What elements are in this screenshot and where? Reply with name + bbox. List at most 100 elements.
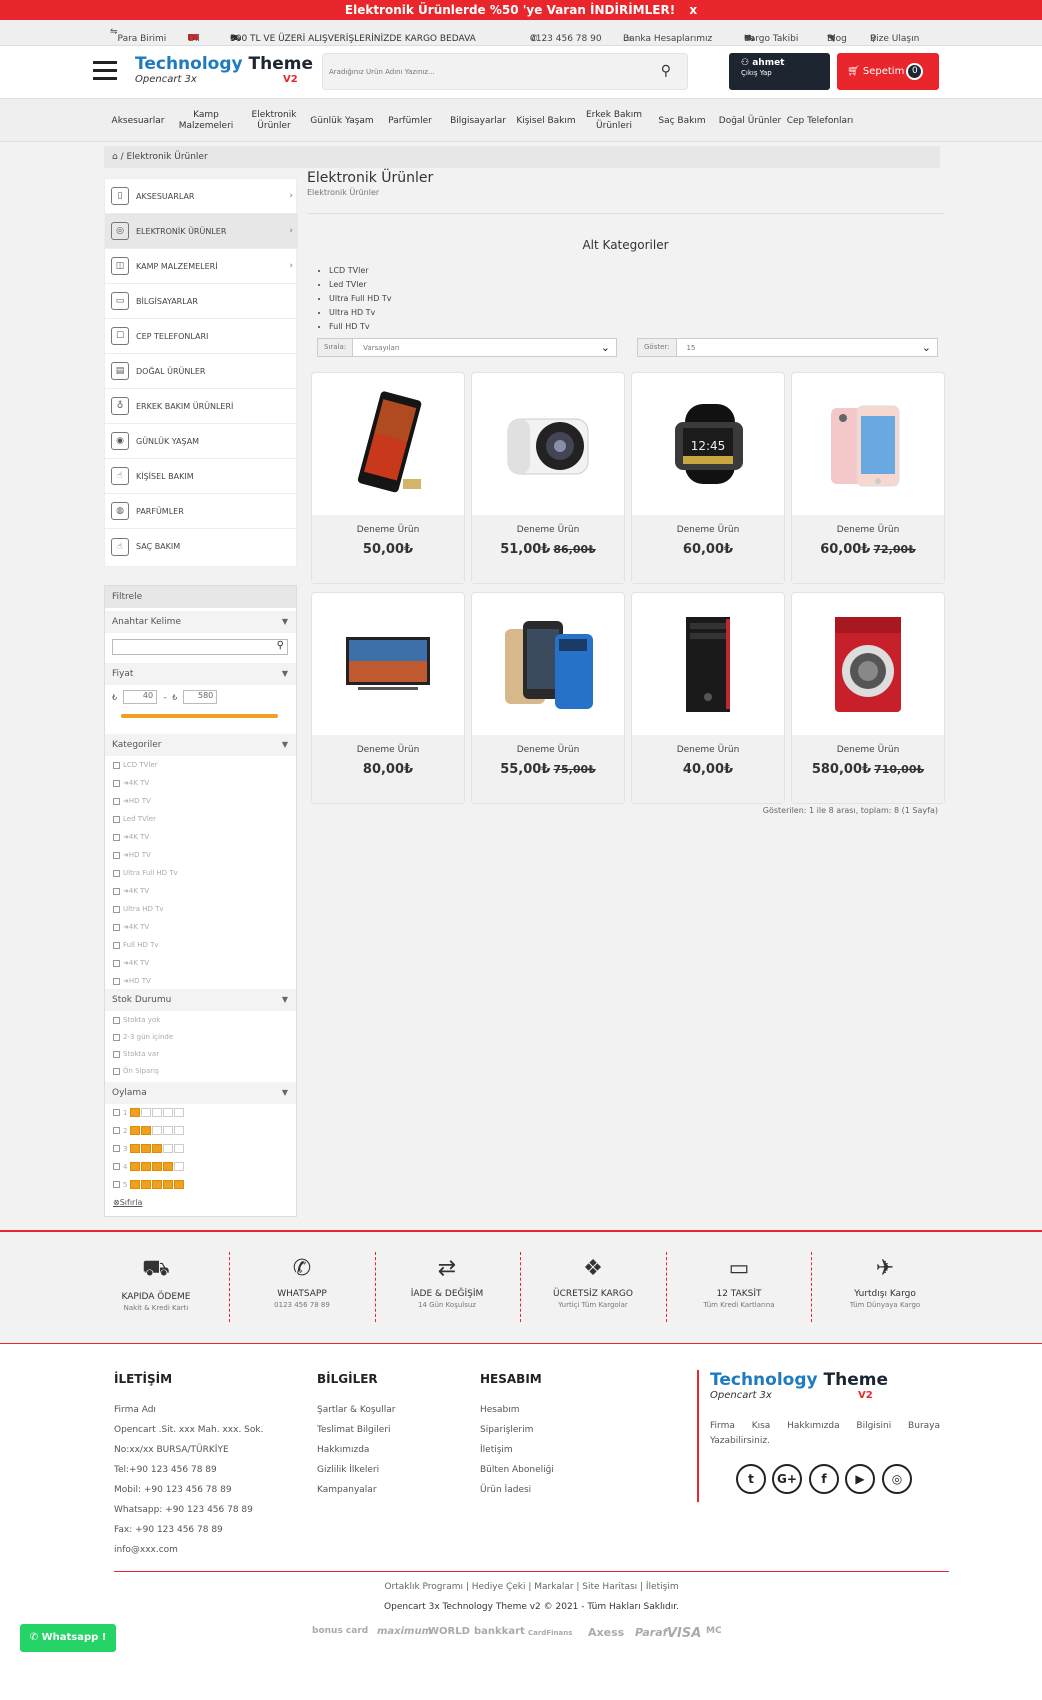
stock-checkbox[interactable]: Ön Sipariş [113, 1067, 159, 1075]
footer-link[interactable]: Bülten Aboneliği [480, 1460, 554, 1480]
youtube-icon[interactable]: ▶ [845, 1464, 875, 1494]
keyword-input[interactable]: ⚲ [112, 639, 288, 655]
product-card[interactable]: 12:45 Deneme Ürün 60,00₺ [631, 372, 785, 584]
product-image[interactable] [312, 373, 464, 515]
sidebar-item[interactable]: ▭ BİLGİSAYARLAR [105, 284, 298, 319]
logo[interactable]: Technology Theme Opencart 3x V2 [135, 54, 313, 94]
stock-checkbox[interactable]: Stokta yok [113, 1016, 160, 1024]
footer-link[interactable]: Hesabım [480, 1400, 554, 1420]
category-checkbox[interactable]: Ultra Full HD Tv [113, 869, 178, 877]
nav-item[interactable]: Kişisel Bakım [512, 99, 580, 143]
nav-item[interactable]: Günlük Yaşam [308, 99, 376, 143]
category-checkbox[interactable]: ➜ 4K TV [113, 833, 149, 841]
breadcrumb-current[interactable]: Elektronik Ürünler [126, 152, 207, 162]
limit-select[interactable]: Göster: 15 ⌄ [637, 338, 938, 357]
product-image[interactable] [792, 373, 944, 515]
nav-item[interactable]: Saç Bakım [648, 99, 716, 143]
footer-link[interactable]: Ürün İadesi [480, 1480, 554, 1500]
category-checkbox[interactable]: ➜ HD TV [113, 797, 151, 805]
sidebar-item[interactable]: ▤ DOĞAL ÜRÜNLER [105, 354, 298, 389]
stock-checkbox[interactable]: Stokta var [113, 1050, 159, 1058]
currency-menu[interactable]: ⇋ Para Birimi [110, 27, 166, 44]
instagram-icon[interactable]: ◎ [882, 1464, 912, 1494]
product-card[interactable]: Deneme Ürün 55,00₺ 75,00₺ [471, 592, 625, 804]
footer-links[interactable]: Ortaklık Programı | Hediye Çeki | Markal… [114, 1582, 949, 1592]
category-checkbox[interactable]: ➜ HD TV [113, 851, 151, 859]
category-checkbox[interactable]: ➜ 4K TV [113, 959, 149, 967]
nav-item[interactable]: Bilgisayarlar [444, 99, 512, 143]
stock-filter-header[interactable]: Stok Durumu ▼ [105, 989, 296, 1011]
price-min-input[interactable]: 40 [123, 690, 158, 704]
sidebar-item[interactable]: ☝ SAÇ BAKIM [105, 529, 298, 564]
rating-checkbox[interactable]: 2 [113, 1126, 185, 1135]
nav-item[interactable]: Erkek Bakım Ürünleri [580, 99, 648, 143]
reset-filter-link[interactable]: ⊗Sıfırla [113, 1198, 142, 1207]
nav-item[interactable]: Aksesuarlar [104, 99, 172, 143]
footer-link[interactable]: Teslimat Bilgileri [317, 1420, 395, 1440]
product-image[interactable] [632, 593, 784, 735]
sidebar-item[interactable]: ◍ PARFÜMLER [105, 494, 298, 529]
product-card[interactable]: Deneme Ürün 60,00₺ 72,00₺ [791, 372, 945, 584]
footer-link[interactable]: Şartlar & Koşullar [317, 1400, 395, 1420]
subcategory-link[interactable]: Led TVler [329, 278, 944, 292]
footer-link[interactable]: Kampanyalar [317, 1480, 395, 1500]
footer-logo[interactable]: Technology Theme [710, 1370, 940, 1390]
sort-select[interactable]: Sırala: Varsayılan ⌄ [317, 338, 617, 357]
category-checkbox[interactable]: ➜ 4K TV [113, 779, 149, 787]
categories-filter-header[interactable]: Kategoriler ▼ [105, 734, 296, 756]
product-name[interactable]: Deneme Ürün [632, 745, 784, 755]
price-slider[interactable] [121, 714, 278, 718]
product-image[interactable] [472, 373, 624, 515]
nav-item[interactable]: Cep Telefonları [784, 99, 856, 143]
product-name[interactable]: Deneme Ürün [312, 525, 464, 535]
product-card[interactable]: Deneme Ürün 580,00₺ 710,00₺ [791, 592, 945, 804]
product-card[interactable]: Deneme Ürün 80,00₺ [311, 592, 465, 804]
cart-button[interactable]: 🛒︎ Sepetim 0 [837, 53, 939, 90]
subcategory-link[interactable]: Ultra HD Tv [329, 306, 944, 320]
category-checkbox[interactable]: ➜ 4K TV [113, 887, 149, 895]
subcategory-link[interactable]: Ultra Full HD Tv [329, 292, 944, 306]
category-checkbox[interactable]: Ultra HD Tv [113, 905, 164, 913]
sidebar-item[interactable]: ☝ KİŞİSEL BAKIM [105, 459, 298, 494]
category-checkbox[interactable]: LCD TVler [113, 761, 158, 769]
logout-link[interactable]: Çıkış Yap [741, 69, 818, 77]
search-icon[interactable]: ⚲ [661, 63, 671, 79]
product-name[interactable]: Deneme Ürün [792, 525, 944, 535]
menu-icon[interactable] [93, 61, 117, 81]
sidebar-item[interactable]: ▯ AKSESUARLAR › [105, 179, 298, 214]
category-checkbox[interactable]: ➜ HD TV [113, 977, 151, 985]
footer-link[interactable]: Hakkımızda [317, 1440, 395, 1460]
close-icon[interactable]: x [689, 3, 697, 17]
sidebar-item[interactable]: ♁ ERKEK BAKIM ÜRÜNLERİ [105, 389, 298, 424]
footer-link[interactable]: Siparişlerim [480, 1420, 554, 1440]
whatsapp-button[interactable]: ✆ Whatsapp ! [20, 1624, 116, 1652]
nav-item[interactable]: Parfümler [376, 99, 444, 143]
rating-checkbox[interactable]: 3 [113, 1144, 185, 1153]
price-filter-header[interactable]: Fiyat ▼ [105, 663, 296, 685]
home-icon[interactable]: ⌂ [112, 152, 118, 162]
category-checkbox[interactable]: Full HD Tv [113, 941, 159, 949]
sidebar-item[interactable]: ◫ KAMP MALZEMELERİ › [105, 249, 298, 284]
twitter-icon[interactable]: t [736, 1464, 766, 1494]
price-max-input[interactable]: 580 [183, 690, 218, 704]
keyword-filter-header[interactable]: Anahtar Kelime ▼ [105, 611, 296, 633]
category-checkbox[interactable]: ➜ 4K TV [113, 923, 149, 931]
rating-checkbox[interactable]: 1 [113, 1108, 185, 1117]
nav-item[interactable]: Elektronik Ürünler [240, 99, 308, 143]
product-name[interactable]: Deneme Ürün [792, 745, 944, 755]
sidebar-item[interactable]: ◉ GÜNLÜK YAŞAM [105, 424, 298, 459]
stock-checkbox[interactable]: 2-3 gün içinde [113, 1033, 173, 1041]
product-image[interactable] [792, 593, 944, 735]
rating-filter-header[interactable]: Oylama ▼ [105, 1082, 296, 1104]
subcategory-link[interactable]: LCD TVler [329, 264, 944, 278]
facebook-icon[interactable]: f [809, 1464, 839, 1494]
category-checkbox[interactable]: Led TVler [113, 815, 156, 823]
footer-link[interactable]: İletişim [480, 1440, 554, 1460]
product-image[interactable] [472, 593, 624, 735]
footer-link[interactable]: Gizlilik İlkeleri [317, 1460, 395, 1480]
product-name[interactable]: Deneme Ürün [632, 525, 784, 535]
product-card[interactable]: Deneme Ürün 40,00₺ [631, 592, 785, 804]
product-card[interactable]: Deneme Ürün 50,00₺ [311, 372, 465, 584]
sidebar-item-active[interactable]: ◎ ELEKTRONİK ÜRÜNLER › [105, 214, 298, 249]
promo-banner[interactable]: Elektronik Ürünlerde %50 'ye Varan İNDİR… [0, 0, 1042, 20]
